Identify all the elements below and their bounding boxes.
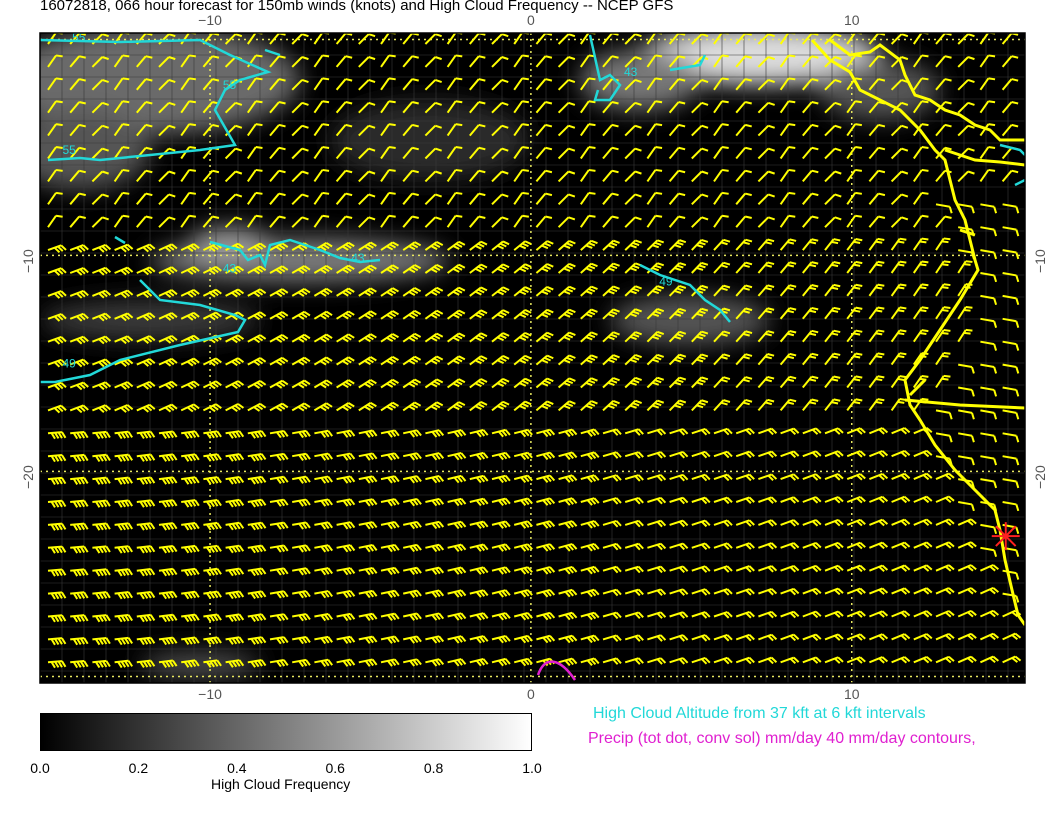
lon-tick-top: 10: [843, 12, 860, 28]
lon-tick-bottom: −10: [198, 686, 222, 702]
colorbar: [40, 713, 532, 751]
red-star-marker: [991, 522, 1020, 551]
lon-tick-top: 0: [526, 12, 535, 28]
cloud-altitude-note: High Cloud Altitude from 37 kft at 6 kft…: [593, 705, 926, 722]
lat-tick-left: −10: [20, 249, 36, 274]
colorbar-tick: 0.4: [227, 760, 247, 776]
lon-tick-bottom: 10: [843, 686, 860, 702]
contour-label: 43: [223, 262, 237, 276]
contour-label: 49: [62, 357, 76, 371]
precip-note: Precip (tot dot, conv sol) mm/day 40 mm/…: [588, 730, 976, 747]
lon-tick-top: −10: [198, 12, 222, 28]
lat-tick-left: −20: [20, 465, 36, 490]
contour-label: 43: [351, 251, 365, 265]
lat-tick-right: −20: [1032, 465, 1048, 490]
wind-cloud-map: 5555554343494943: [39, 32, 1026, 684]
colorbar-tick: 0.0: [30, 760, 50, 776]
contour-label: 43: [624, 65, 638, 79]
contour-label: 55: [62, 143, 76, 157]
lat-tick-right: −10: [1032, 249, 1048, 274]
contour-label: 55: [223, 78, 237, 92]
lon-tick-bottom: 0: [526, 686, 535, 702]
colorbar-tick: 0.6: [325, 760, 345, 776]
contour-label: 49: [659, 275, 673, 289]
colorbar-tick: 0.8: [423, 760, 444, 776]
colorbar-tick: 0.2: [128, 760, 149, 776]
colorbar-label: High Cloud Frequency: [211, 776, 351, 792]
colorbar-tick: 1.0: [522, 760, 542, 776]
